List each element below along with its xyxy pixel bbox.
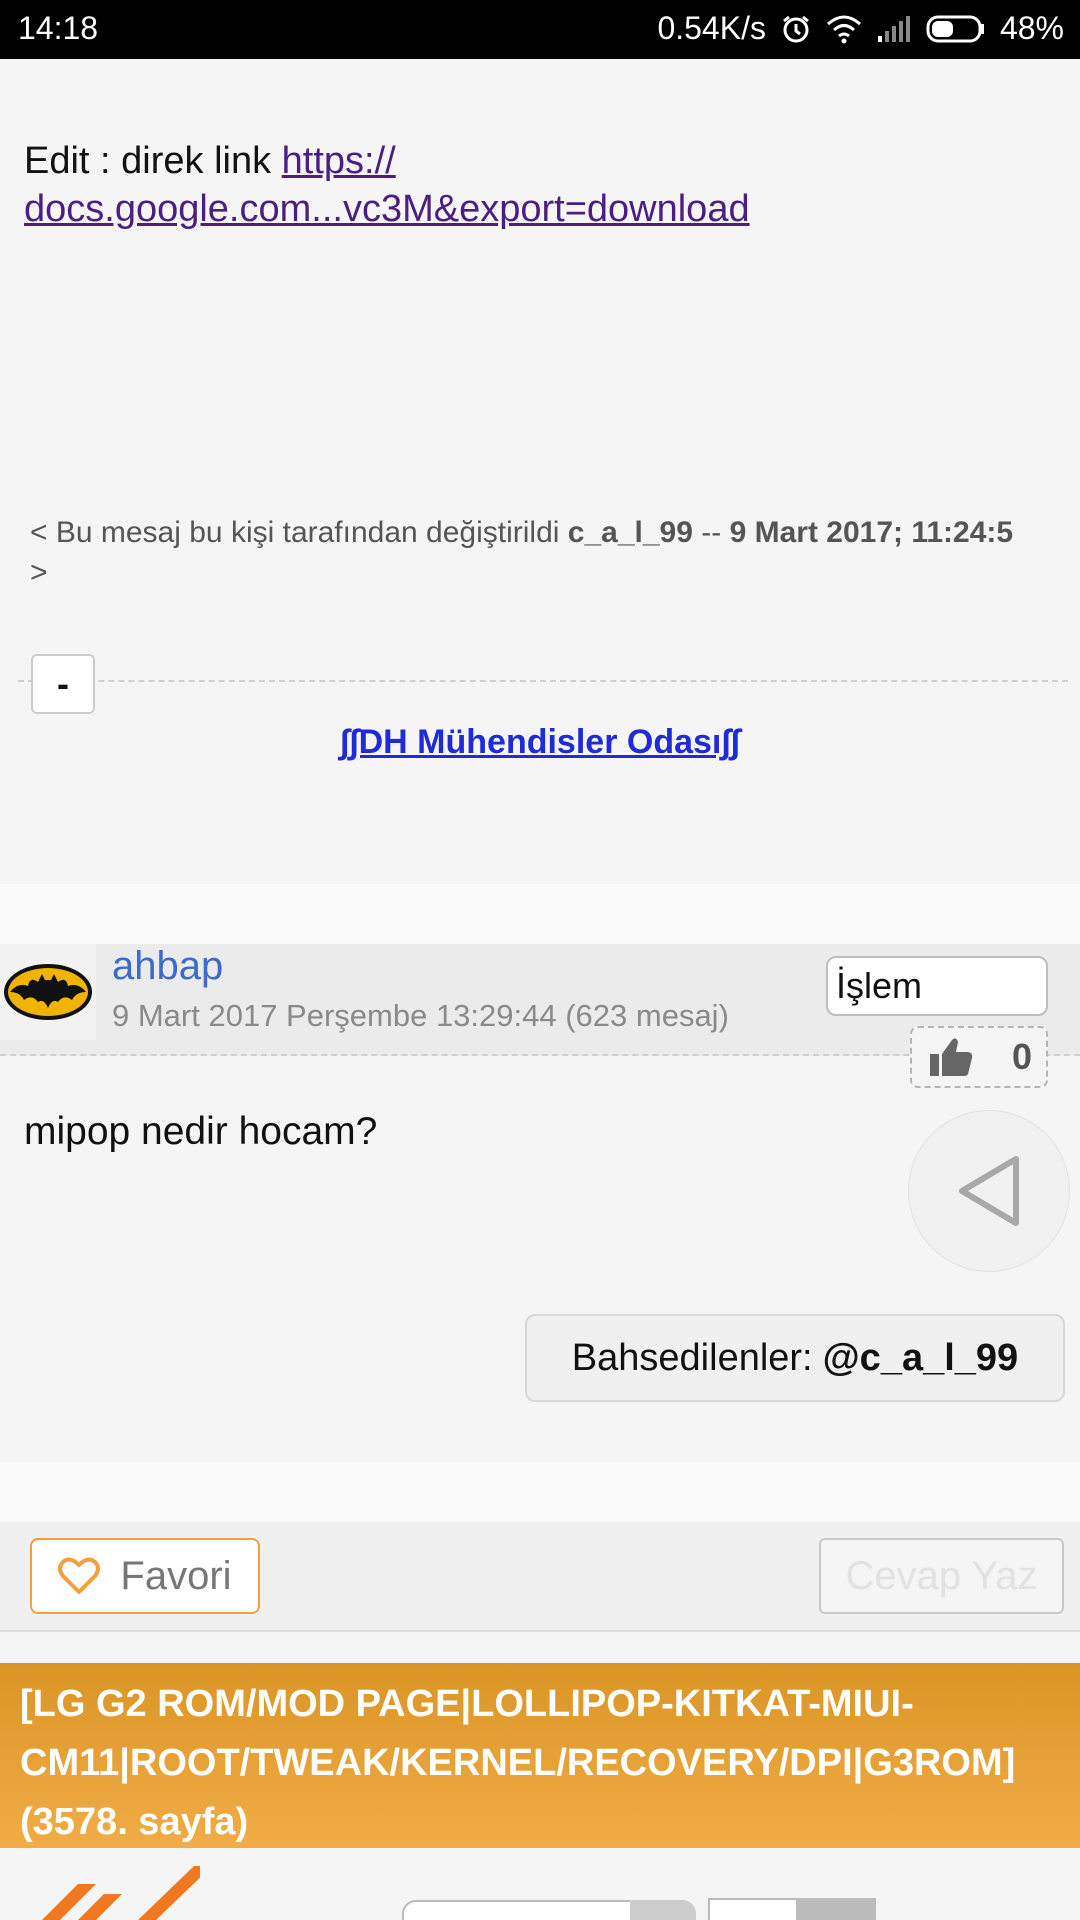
collapse-signature-button[interactable]: -: [31, 654, 95, 714]
floating-back-button[interactable]: [908, 1110, 1070, 1272]
edited-suffix: >: [30, 556, 48, 589]
mentions-label: Bahsedilenler:: [571, 1336, 813, 1379]
avatar[interactable]: [0, 944, 96, 1040]
signal-icon: [876, 14, 912, 44]
post-separator: [0, 884, 1080, 944]
download-link-part1[interactable]: https://: [282, 140, 396, 182]
edited-user: c_a_l_99: [567, 516, 693, 549]
mentions-user[interactable]: @c_a_l_99: [823, 1337, 1019, 1380]
logo-slash-icon: [42, 1866, 200, 1920]
edit-prefix: Edit : direk link: [24, 140, 282, 182]
signature-divider: [18, 680, 1068, 682]
download-link-part2[interactable]: docs.google.com...vc3M&export=download: [24, 188, 750, 230]
reply-button[interactable]: Cevap Yaz: [819, 1538, 1064, 1614]
action-bar: Favori Cevap Yaz: [0, 1522, 1080, 1632]
network-speed: 0.54K/s: [657, 10, 766, 46]
edited-note: < Bu mesaj bu kişi tarafından değiştiril…: [30, 513, 1030, 593]
batman-avatar-icon: [4, 964, 92, 1020]
battery-percent: 48%: [999, 10, 1064, 46]
section-separator: [0, 1462, 1080, 1522]
edited-sep: --: [692, 516, 730, 549]
like-count: 0: [1011, 1036, 1032, 1077]
topic-title-banner[interactable]: [LG G2 ROM/MOD PAGE|LOLLIPOP-KITKAT-MIUI…: [0, 1663, 1080, 1848]
favorite-button[interactable]: Favori: [30, 1538, 260, 1614]
post-continued: Edit : direk link https:// docs.google.co…: [0, 59, 1080, 884]
page-go[interactable]: [798, 1898, 876, 1920]
battery-icon: [926, 14, 986, 44]
edited-prefix: < Bu mesaj bu kişi tarafından değiştiril…: [30, 516, 568, 549]
post-body: mipop nedir hocam?: [24, 1110, 378, 1153]
edited-date: 9 Mart 2017; 11:24:5: [729, 516, 1014, 549]
post-username[interactable]: ahbap: [112, 944, 223, 989]
wifi-icon: [826, 14, 862, 44]
bottom-toolbar: [0, 1848, 1080, 1920]
thumbs-up-icon: [930, 1038, 973, 1076]
page-box[interactable]: [708, 1898, 798, 1920]
alarm-icon: [780, 13, 812, 45]
favorite-label: Favori: [120, 1553, 232, 1598]
islem-dropdown[interactable]: İşlem: [826, 956, 1048, 1016]
signature-link[interactable]: ∫∫DH Mühendisler Odası∫∫: [0, 723, 1080, 762]
back-triangle-icon: [959, 1156, 1019, 1226]
edit-line: Edit : direk link https:// docs.google.co…: [24, 137, 1024, 233]
status-time: 14:18: [18, 10, 99, 46]
like-button[interactable]: 0: [910, 1026, 1048, 1088]
heart-icon: [58, 1557, 101, 1594]
status-bar: 14:18 0.54K/s 48%: [0, 0, 1080, 59]
status-right: 0.54K/s 48%: [657, 10, 1064, 47]
page-select-arrow[interactable]: [630, 1900, 696, 1920]
post-meta: 9 Mart 2017 Perşembe 13:29:44 (623 mesaj…: [112, 998, 729, 1033]
mentions-box[interactable]: Bahsedilenler: @c_a_l_99: [525, 1314, 1065, 1402]
